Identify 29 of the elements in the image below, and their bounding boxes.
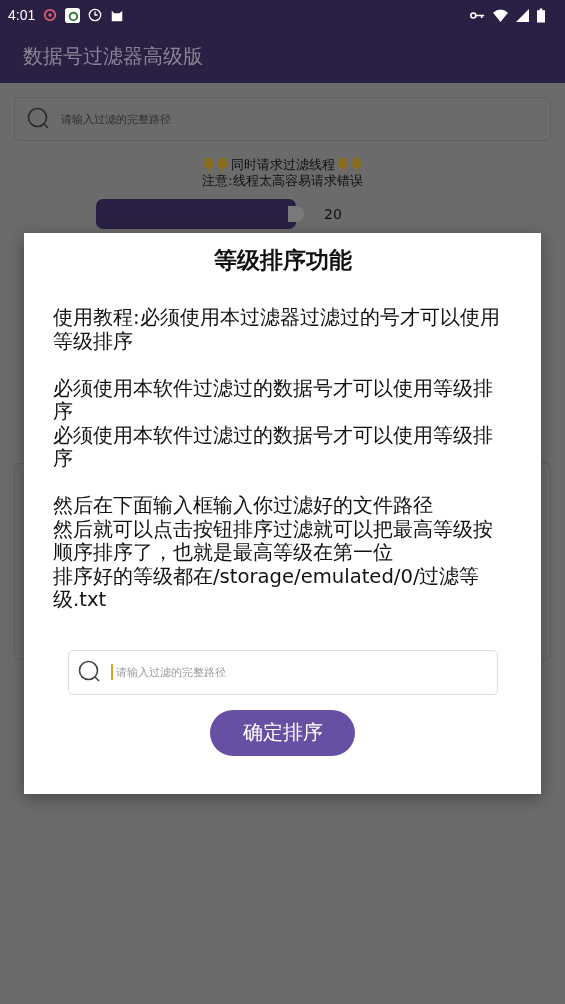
signal-icon [516, 8, 529, 22]
pointing-hand-icon [336, 157, 349, 173]
pointing-hand-icon [202, 157, 215, 173]
dialog-text: 然后在下面输入框输入你过滤好的文件路径 [53, 494, 434, 518]
dialog-text: 使用教程:必须使用本过滤器过滤过的号才可以使用等级排序 [53, 306, 501, 353]
dialog-text: 然后就可以点击按钮排序过滤就可以把最高等级按顺序排序了，也就是最高等级在第一位 [53, 517, 494, 565]
battery-icon [537, 7, 545, 23]
slider-value: 20 [324, 206, 342, 222]
pointing-hand-icon [350, 157, 363, 173]
thread-label: 同时请求过滤线程 [230, 157, 335, 173]
dialog-text: 排序好的等级都在/storage/emulated/0/过滤等级.txt [53, 564, 481, 612]
slider-thumb[interactable] [288, 206, 304, 222]
dialog-text: 必须使用本软件过滤过的数据号才可以使用等级排序 [53, 423, 494, 471]
wifi-icon [493, 8, 508, 22]
path-input-field[interactable]: 请输入过滤的完整路径 [67, 649, 498, 695]
app-icon [65, 7, 81, 23]
dialog-text: 必须使用本软件过滤过的数据号才可以使用等级排序 [53, 376, 494, 424]
app-title: 数据号过滤器高级版 [23, 43, 203, 70]
confirm-sort-button[interactable]: 确定排序 [210, 709, 355, 756]
search-icon [27, 107, 51, 131]
clock-icon [88, 8, 103, 22]
cat-icon [110, 8, 125, 22]
dialog-title: 等级排序功能 [213, 246, 352, 275]
notification-icon [43, 8, 58, 22]
pointing-hand-icon [216, 157, 229, 173]
key-icon [470, 10, 485, 20]
status-time: 4:01 [8, 7, 36, 23]
warning-text: 注意:线程太高容易请求错误 [202, 173, 363, 189]
search-icon [77, 659, 102, 684]
